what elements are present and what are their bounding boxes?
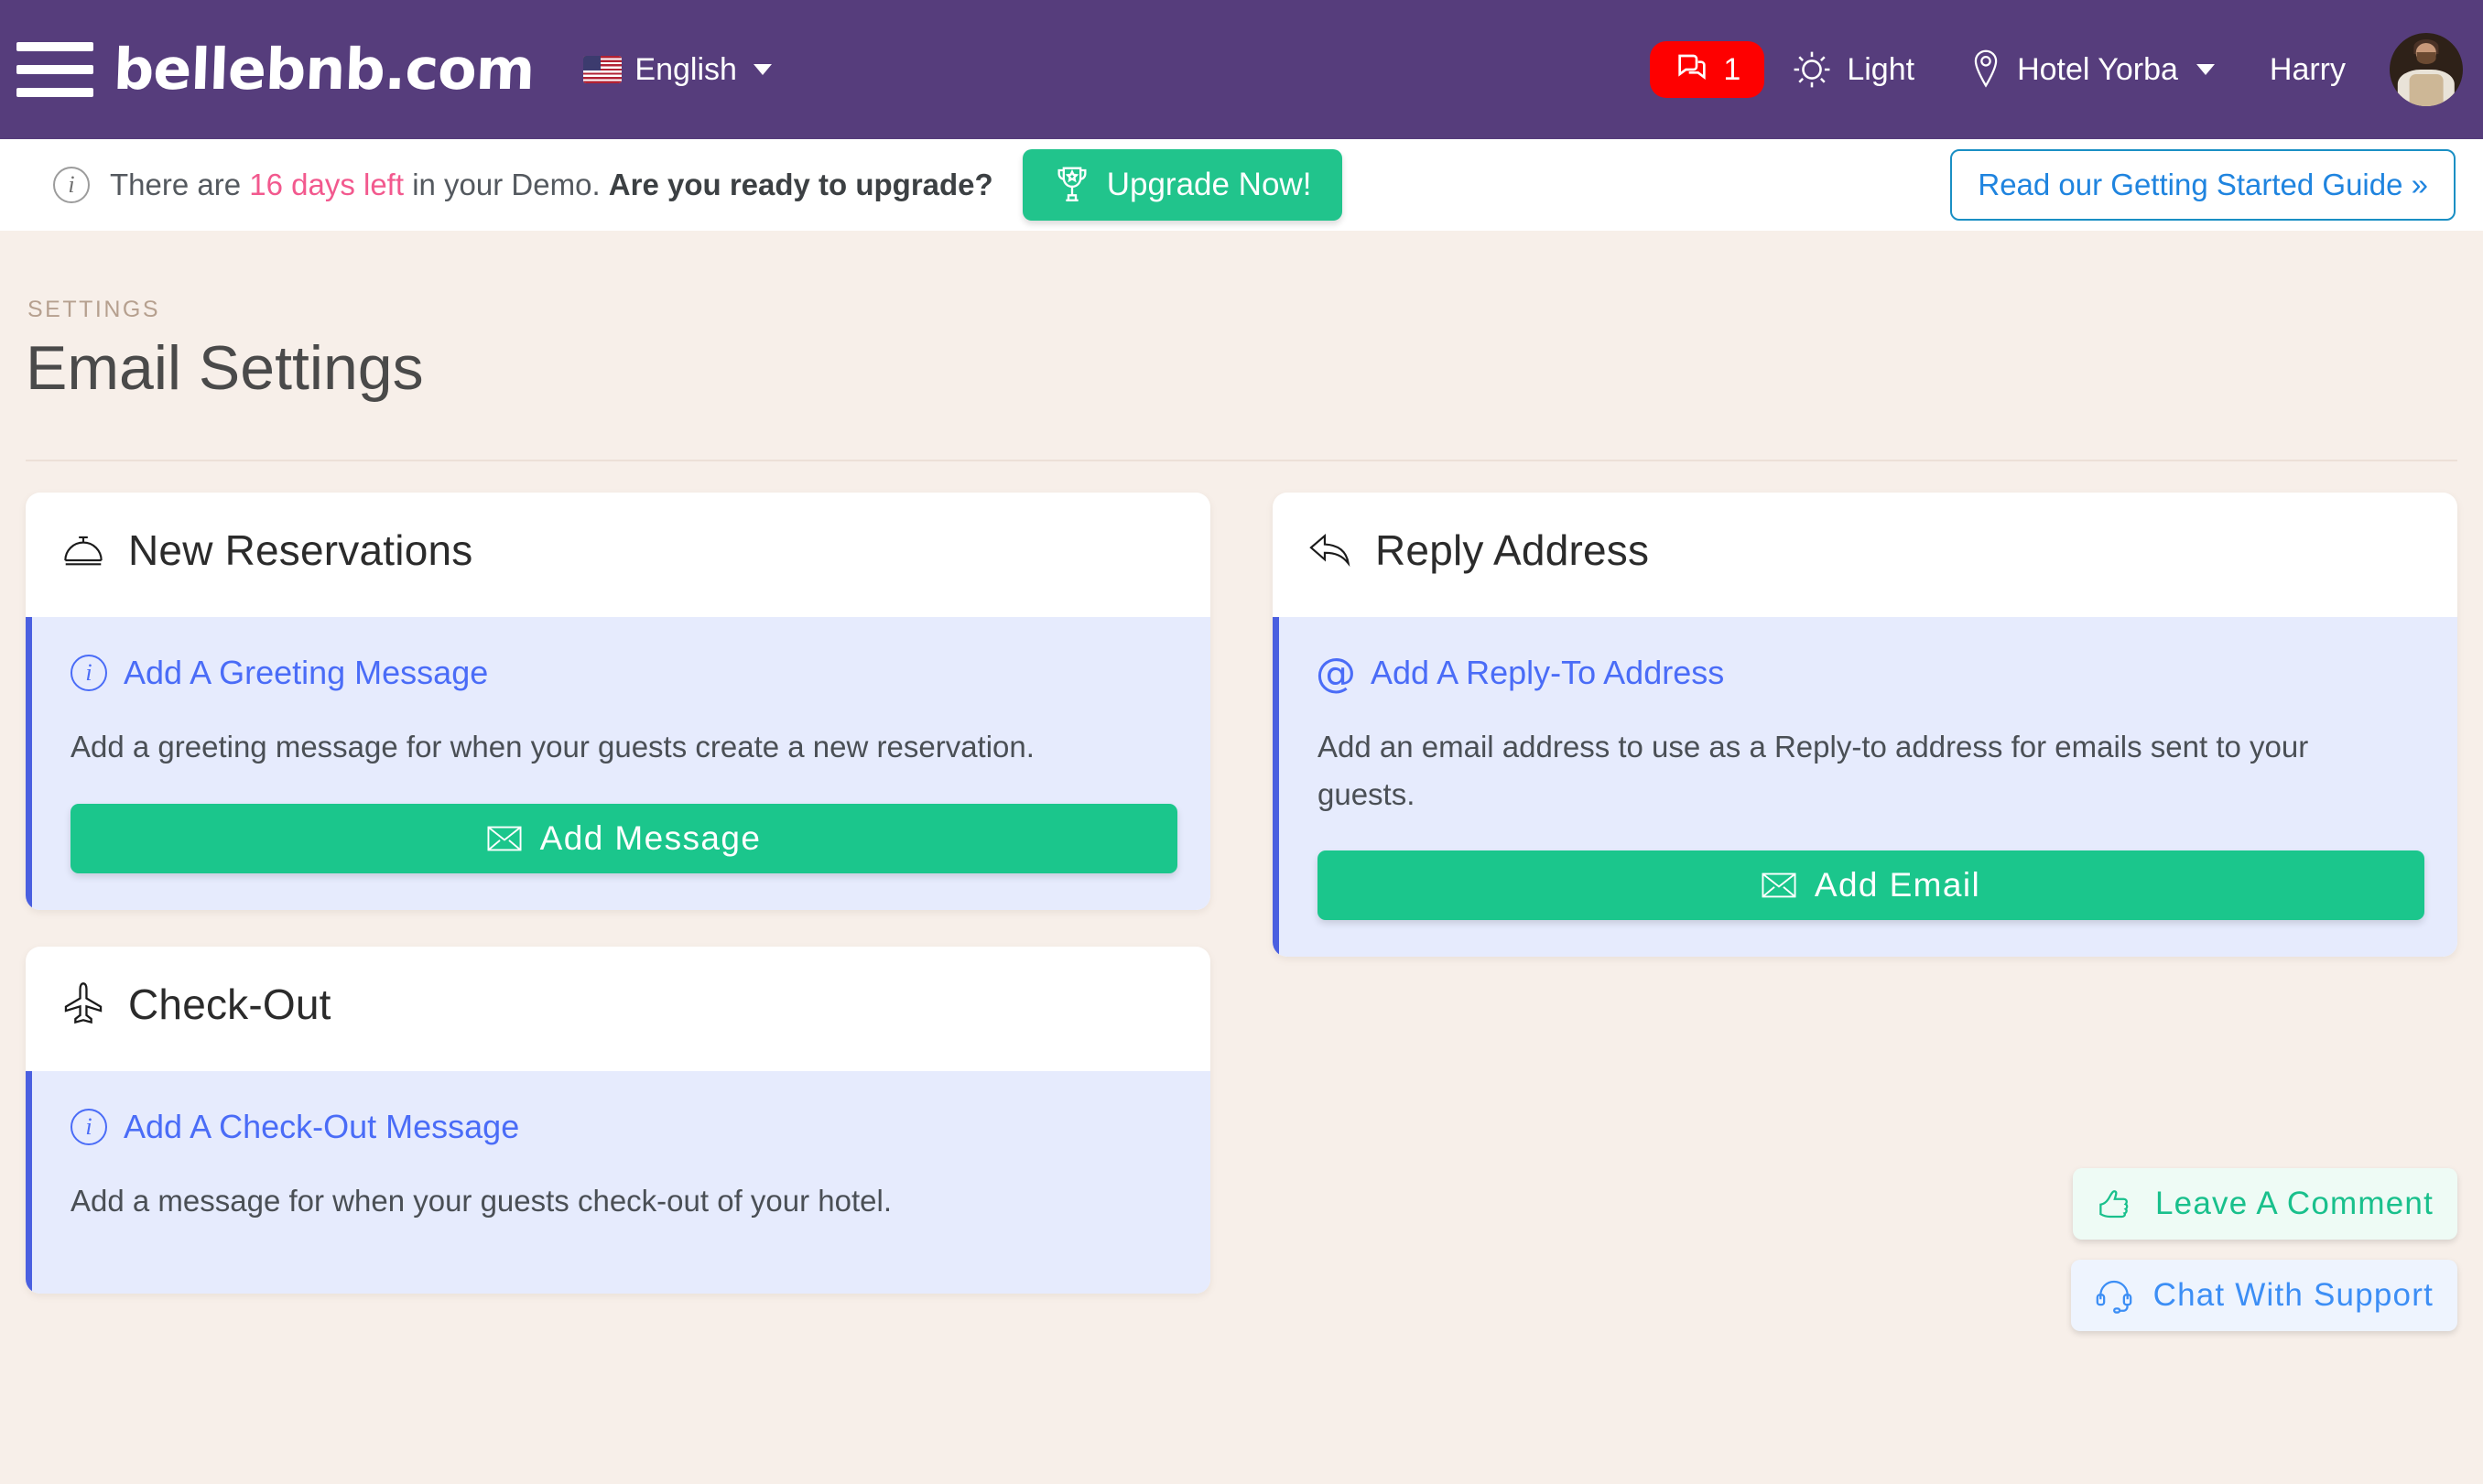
property-selector[interactable]: Hotel Yorba: [1942, 49, 2242, 91]
notice-text-bold: Are you ready to upgrade?: [608, 168, 993, 201]
leave-comment-label: Leave A Comment: [2155, 1185, 2434, 1221]
notice-text-mid: in your Demo.: [404, 168, 609, 201]
card-reply-address: Reply Address @ Add A Reply-To Address A…: [1273, 493, 2457, 957]
demo-notice-text: There are 16 days left in your Demo. Are…: [110, 168, 993, 202]
topbar-right-group: 1 Light Hotel Yorba Harry: [1650, 33, 2463, 106]
hamburger-bar: [16, 42, 93, 51]
us-flag-icon: [583, 56, 623, 83]
brand-logo[interactable]: bellebnb.com: [113, 36, 536, 103]
right-column: Reply Address @ Add A Reply-To Address A…: [1273, 493, 2457, 992]
reply-arrow-icon: [1307, 527, 1353, 573]
card-title: Check-Out: [128, 980, 331, 1028]
page-title: Email Settings: [26, 333, 424, 403]
info-heading-label: Add A Greeting Message: [124, 654, 489, 692]
theme-toggle[interactable]: Light: [1764, 49, 1942, 90]
add-message-label: Add Message: [539, 818, 762, 857]
chat-support-button[interactable]: Chat With Support: [2070, 1259, 2457, 1331]
info-heading-label: Add A Reply-To Address: [1371, 654, 1725, 692]
chevron-down-icon: [2196, 64, 2215, 75]
upgrade-now-button[interactable]: Upgrade Now!: [1022, 149, 1343, 221]
user-name-label: Harry: [2269, 51, 2346, 87]
service-bell-icon: [60, 527, 106, 573]
card-title: Reply Address: [1375, 526, 1650, 575]
info-panel-description: Add an email address to use as a Reply-t…: [1317, 730, 2309, 811]
notice-text-pre: There are: [110, 168, 250, 201]
card-header: Check-Out: [26, 947, 1210, 1071]
info-circle-icon: i: [70, 1108, 107, 1145]
map-pin-icon: [1969, 49, 2002, 91]
thumbs-up-icon: [2097, 1185, 2135, 1223]
top-navigation-bar: bellebnb.com English 1 Light Hotel Yorba…: [0, 0, 2483, 139]
page-body: SETTINGS Email Settings New Reservations…: [0, 297, 2483, 1331]
hamburger-menu-icon[interactable]: [16, 42, 93, 97]
info-panel-heading[interactable]: @ Add A Reply-To Address: [1316, 649, 2424, 697]
leave-comment-button[interactable]: Leave A Comment: [2073, 1167, 2457, 1240]
hamburger-bar: [16, 88, 93, 97]
chevron-down-icon: [753, 64, 772, 75]
headset-icon: [2095, 1276, 2133, 1315]
language-selector[interactable]: English: [583, 52, 772, 88]
breadcrumb: SETTINGS: [27, 297, 161, 322]
card-check-out: Check-Out i Add A Check-Out Message Add …: [26, 946, 1210, 1294]
at-sign-icon: @: [1316, 649, 1356, 697]
messages-badge[interactable]: 1: [1650, 41, 1765, 98]
add-message-button[interactable]: Add Message: [70, 803, 1177, 873]
hamburger-bar: [16, 65, 93, 74]
add-email-label: Add Email: [1814, 865, 1981, 904]
info-panel-description: Add a greeting message for when your gue…: [70, 730, 1035, 764]
info-panel-heading[interactable]: i Add A Greeting Message: [70, 654, 1177, 692]
card-header: Reply Address: [1273, 493, 2457, 617]
info-circle-icon: i: [53, 167, 90, 203]
floating-action-group: Leave A Comment Chat With Support: [2070, 1167, 2457, 1331]
upgrade-now-label: Upgrade Now!: [1106, 167, 1312, 202]
chat-bubbles-icon: [1674, 51, 1710, 88]
theme-label: Light: [1847, 51, 1915, 87]
card-header: New Reservations: [26, 493, 1210, 617]
envelope-icon: [487, 826, 522, 851]
airplane-icon: [60, 981, 106, 1027]
info-panel: i Add A Greeting Message Add a greeting …: [26, 617, 1210, 910]
messages-count: 1: [1723, 51, 1741, 87]
demo-notice-bar: i There are 16 days left in your Demo. A…: [0, 139, 2483, 231]
left-column: New Reservations i Add A Greeting Messag…: [26, 493, 1210, 1329]
property-label: Hotel Yorba: [2017, 51, 2178, 87]
envelope-icon: [1762, 872, 1796, 898]
card-title: New Reservations: [128, 526, 473, 575]
getting-started-guide-button[interactable]: Read our Getting Started Guide »: [1950, 149, 2456, 221]
info-circle-icon: i: [70, 655, 107, 692]
add-email-button[interactable]: Add Email: [1317, 850, 2424, 920]
info-panel: @ Add A Reply-To Address Add an email ad…: [1273, 617, 2457, 957]
info-heading-label: Add A Check-Out Message: [124, 1107, 520, 1145]
days-left-value: 16 days left: [249, 168, 405, 201]
sun-icon: [1792, 49, 1832, 90]
info-panel: i Add A Check-Out Message Add a message …: [26, 1070, 1210, 1294]
info-panel-heading[interactable]: i Add A Check-Out Message: [70, 1108, 1177, 1146]
avatar[interactable]: [2390, 33, 2463, 106]
header-divider: [26, 460, 2457, 462]
user-menu[interactable]: Harry: [2242, 52, 2373, 88]
trophy-icon: [1054, 165, 1090, 205]
language-label: English: [634, 51, 737, 87]
chat-support-label: Chat With Support: [2152, 1276, 2434, 1313]
card-new-reservations: New Reservations i Add A Greeting Messag…: [26, 493, 1210, 910]
info-panel-description: Add a message for when your guests check…: [70, 1183, 892, 1218]
